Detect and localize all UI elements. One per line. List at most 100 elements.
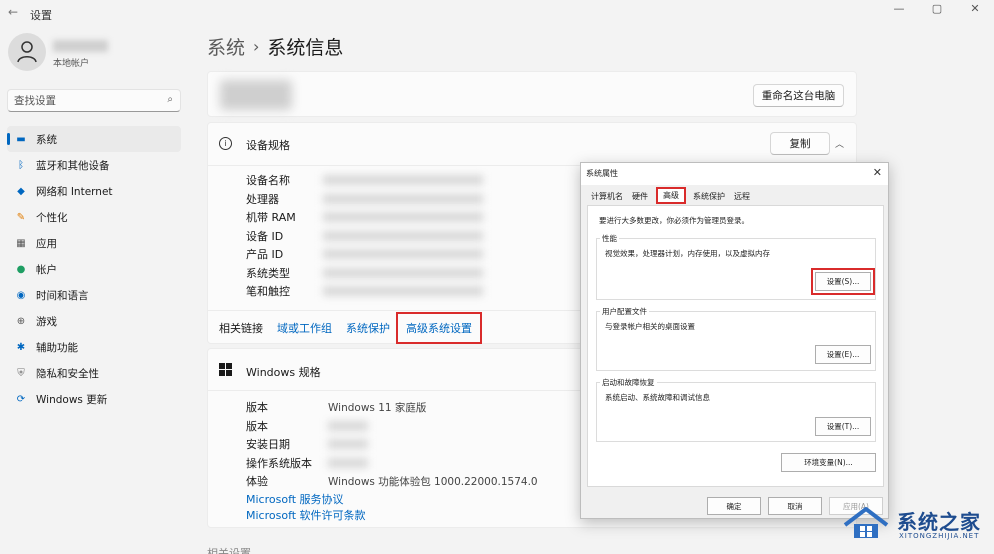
- sidebar-item[interactable]: ⊕ 游戏: [7, 308, 181, 334]
- link-system-protection[interactable]: 系统保护: [346, 320, 390, 336]
- link-license-terms[interactable]: Microsoft 软件许可条款: [246, 508, 366, 524]
- device-specs-header[interactable]: i 设备规格 复制 ︿: [208, 123, 856, 166]
- dialog-tabs: 计算机名 硬件 高级 系统保护 远程: [587, 187, 755, 204]
- startup-recovery-settings-button[interactable]: 设置(T)...: [815, 417, 871, 436]
- windows-logo-icon: [219, 363, 232, 376]
- user-profile-settings-button[interactable]: 设置(E)...: [815, 345, 871, 364]
- sidebar: ▬ 系统 ᛒ 蓝牙和其他设备 ◆ 网络和 Internet ✎ 个性化 ▦ 应用 ● 帐户 ◉ 时间和语言…: [7, 126, 181, 412]
- breadcrumb-parent[interactable]: 系统: [207, 33, 245, 60]
- cancel-button[interactable]: 取消: [768, 497, 822, 515]
- sidebar-item[interactable]: ◆ 网络和 Internet: [7, 178, 181, 204]
- brush-icon: ✎: [16, 211, 26, 223]
- environment-variables-button[interactable]: 环境变量(N)...: [781, 453, 876, 472]
- windows-spec-label: 安装日期: [246, 438, 290, 452]
- dialog-tab[interactable]: 计算机名: [587, 189, 627, 204]
- house-logo-icon: [843, 507, 889, 538]
- windows-spec-label: 版本: [246, 419, 268, 433]
- sidebar-item[interactable]: ● 帐户: [7, 256, 181, 282]
- close-window-icon[interactable]: ✕: [956, 2, 994, 15]
- sidebar-item[interactable]: ᛒ 蓝牙和其他设备: [7, 152, 181, 178]
- sidebar-item-label: 网络和 Internet: [36, 185, 113, 198]
- dialog-close-icon[interactable]: ✕: [873, 166, 882, 179]
- search-icon[interactable]: ⌕: [167, 94, 173, 105]
- spec-label: 设备名称: [246, 174, 290, 188]
- spec-row: 处理器: [246, 190, 483, 209]
- copy-button[interactable]: 复制: [770, 132, 830, 155]
- sidebar-item[interactable]: ▬ 系统: [7, 126, 181, 152]
- sidebar-item[interactable]: ▦ 应用: [7, 230, 181, 256]
- sidebar-item-label: 蓝牙和其他设备: [36, 159, 110, 172]
- sidebar-item-label: 个性化: [36, 211, 68, 224]
- dialog-title-bar[interactable]: 系统属性 ✕: [581, 163, 888, 185]
- performance-desc: 视觉效果，处理器计划，内存使用，以及虚拟内存: [605, 249, 770, 258]
- accessibility-icon: ✱: [16, 341, 26, 353]
- windows-spec-label: 体验: [246, 475, 268, 489]
- dialog-tab[interactable]: 硬件: [628, 189, 652, 204]
- spec-row: 机带 RAM: [246, 208, 483, 227]
- spec-value-redacted: [323, 175, 483, 186]
- dialog-tab[interactable]: 高级: [656, 187, 686, 204]
- person-avatar-icon: [17, 41, 37, 63]
- back-arrow-icon[interactable]: ←: [8, 5, 18, 19]
- apps-icon: ▦: [16, 237, 26, 249]
- windows-spec-value: Windows 11 家庭版: [328, 401, 427, 414]
- windows-spec-row: 版本 Windows 11 家庭版: [246, 398, 538, 417]
- update-icon: ⟳: [16, 393, 26, 405]
- bluetooth-icon: ᛒ: [18, 159, 24, 171]
- ok-button[interactable]: 确定: [707, 497, 761, 515]
- performance-settings-button[interactable]: 设置(S)...: [811, 268, 875, 295]
- windows-spec-value-redacted: [328, 439, 368, 450]
- avatar[interactable]: [8, 33, 46, 71]
- spec-label: 机带 RAM: [246, 211, 296, 225]
- windows-spec-row: 体验 Windows 功能体验包 1000.22000.1574.0: [246, 472, 538, 491]
- sidebar-item-label: 隐私和安全性: [36, 367, 99, 380]
- page-title: 系统信息: [267, 37, 344, 59]
- windows-spec-row: 版本: [246, 417, 538, 436]
- spec-value-redacted: [323, 230, 483, 241]
- minimize-icon[interactable]: —: [880, 2, 918, 15]
- sidebar-item[interactable]: ⟳ Windows 更新: [7, 386, 181, 412]
- sidebar-item[interactable]: ◉ 时间和语言: [7, 282, 181, 308]
- sidebar-item-label: 时间和语言: [36, 289, 89, 302]
- link-service-agreement[interactable]: Microsoft 服务协议: [246, 492, 366, 508]
- spec-label: 处理器: [246, 192, 279, 206]
- maximize-icon[interactable]: ▢: [918, 2, 956, 15]
- performance-group: 性能 视觉效果，处理器计划，内存使用，以及虚拟内存 设置(S)...: [596, 233, 876, 300]
- rename-pc-button[interactable]: 重命名这台电脑: [753, 84, 844, 107]
- spec-row: 系统类型: [246, 264, 483, 283]
- windows-specs-title: Windows 规格: [246, 366, 321, 379]
- windows-spec-row: 安装日期: [246, 435, 538, 454]
- sidebar-item-label: Windows 更新: [36, 393, 108, 406]
- gamepad-icon: ⊕: [16, 315, 26, 327]
- spec-row: 设备 ID: [246, 227, 483, 246]
- search-input[interactable]: [14, 93, 162, 108]
- startup-recovery-title: 启动和故障恢复: [600, 377, 657, 388]
- spec-value-redacted: [323, 212, 483, 223]
- account-type: 本地帐户: [53, 59, 90, 69]
- breadcrumb-separator: ›: [253, 37, 260, 56]
- sidebar-item-label: 应用: [36, 237, 57, 250]
- dialog-tab[interactable]: 远程: [730, 189, 754, 204]
- windows-spec-value-redacted: [328, 457, 368, 468]
- dialog-tab[interactable]: 系统保护: [689, 189, 729, 204]
- advanced-tab-panel: 要进行大多数更改，你必须作为管理员登录。 性能 视觉效果，处理器计划，内存使用，…: [587, 205, 884, 487]
- link-advanced-system-settings[interactable]: 高级系统设置: [396, 312, 482, 344]
- spec-label: 设备 ID: [246, 229, 284, 243]
- site-watermark: 系统之家 XITONGZHIJIA.NET: [835, 500, 987, 550]
- link-domain-workgroup[interactable]: 域或工作组: [277, 320, 332, 336]
- sidebar-item[interactable]: ✎ 个性化: [7, 204, 181, 230]
- sidebar-item-label: 辅助功能: [36, 341, 78, 354]
- sidebar-item[interactable]: ✱ 辅助功能: [7, 334, 181, 360]
- startup-recovery-group: 启动和故障恢复 系统启动、系统故障和调试信息 设置(T)...: [596, 377, 876, 442]
- search-box[interactable]: ⌕: [7, 89, 181, 112]
- sidebar-item-label: 游戏: [36, 315, 57, 328]
- user-profile-desc: 与登录帐户相关的桌面设置: [605, 322, 695, 331]
- windows-spec-value: Windows 功能体验包 1000.22000.1574.0: [328, 475, 538, 488]
- chevron-up-icon[interactable]: ︿: [835, 137, 844, 150]
- sidebar-item[interactable]: ⛨ 隐私和安全性: [7, 360, 181, 386]
- sidebar-item-label: 帐户: [36, 263, 57, 276]
- dialog-title: 系统属性: [586, 169, 618, 178]
- related-links-label: 相关链接: [219, 322, 263, 335]
- device-specs-list: 设备名称 处理器 机带 RAM 设备 ID 产品 ID 系统类型 笔和触控: [246, 171, 483, 301]
- windows-spec-value-redacted: [328, 420, 368, 431]
